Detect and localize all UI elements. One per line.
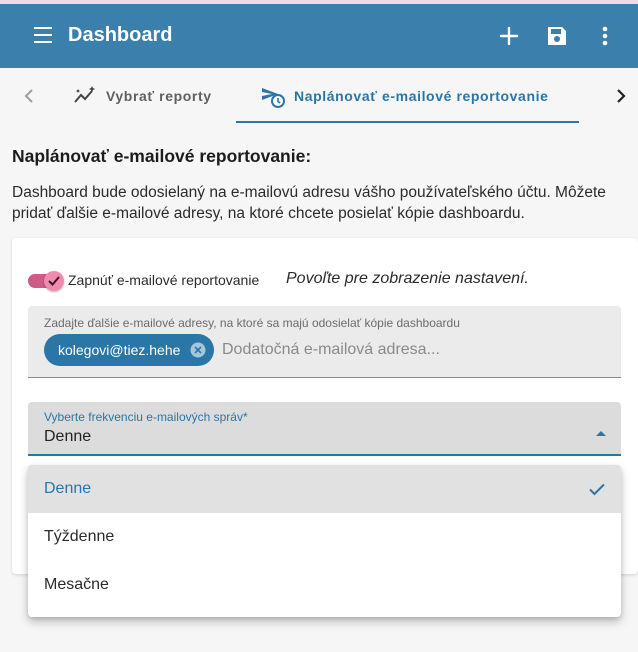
tab-select-reports[interactable]: Vybrať reporty — [72, 68, 212, 124]
tab-scroll-right-icon[interactable] — [610, 86, 630, 106]
active-tab-indicator — [236, 121, 579, 123]
save-icon[interactable] — [543, 22, 571, 50]
frequency-dropdown: Denne Týždenne Mesačne — [28, 465, 621, 617]
chart-sparkle-icon — [72, 83, 98, 109]
toggle-knob — [44, 271, 64, 291]
section-description: Dashboard bude odosielaný na e-mailovú a… — [12, 184, 606, 222]
email-chip[interactable]: kolegovi@tiez.hehe — [44, 334, 214, 366]
check-icon — [48, 276, 60, 286]
email-reporting-toggle[interactable] — [28, 271, 64, 291]
option-label: Denne — [44, 480, 92, 497]
tab-label: Naplánovať e-mailové reportovanie — [294, 88, 549, 104]
chip-label: kolegovi@tiez.hehe — [58, 342, 181, 358]
caret-up-icon — [595, 424, 607, 436]
frequency-select[interactable]: Vyberte frekvenciu e-mailových správ* De… — [28, 402, 621, 456]
schedule-send-icon — [260, 83, 286, 109]
emails-label: Zadajte ďalšie e-mailové adresy, na ktor… — [44, 316, 460, 330]
app-title: Dashboard — [68, 24, 173, 46]
toggle-hint: Povoľte pre zobrazenie nastavení. — [286, 270, 529, 287]
app-bar: Dashboard — [0, 4, 638, 68]
tab-schedule-email[interactable]: Naplánovať e-mailové reportovanie — [260, 68, 548, 124]
option-label: Týždenne — [44, 528, 115, 545]
menu-icon[interactable] — [34, 26, 54, 44]
tab-scroll-left-icon[interactable] — [20, 86, 40, 106]
option-daily[interactable]: Denne — [28, 465, 621, 513]
additional-emails-field: Zadajte ďalšie e-mailové adresy, na ktor… — [28, 306, 621, 378]
add-icon[interactable] — [495, 22, 523, 50]
frequency-label: Vyberte frekvenciu e-mailových správ* — [44, 410, 248, 424]
additional-email-input[interactable] — [222, 338, 602, 362]
option-monthly[interactable]: Mesačne — [28, 561, 621, 609]
option-label: Mesačne — [44, 576, 109, 593]
toggle-label: Zapnúť e-mailové reportovanie — [68, 272, 260, 288]
check-icon — [587, 479, 607, 499]
option-weekly[interactable]: Týždenne — [28, 513, 621, 561]
tab-label: Vybrať reporty — [106, 88, 212, 104]
more-vert-icon[interactable] — [591, 22, 619, 50]
section-heading: Naplánovať e-mailové reportovanie: — [12, 146, 312, 166]
remove-chip-icon[interactable] — [190, 342, 206, 358]
tab-bar: Vybrať reporty Naplánovať e-mailové repo… — [0, 68, 638, 124]
frequency-value: Denne — [44, 428, 92, 445]
